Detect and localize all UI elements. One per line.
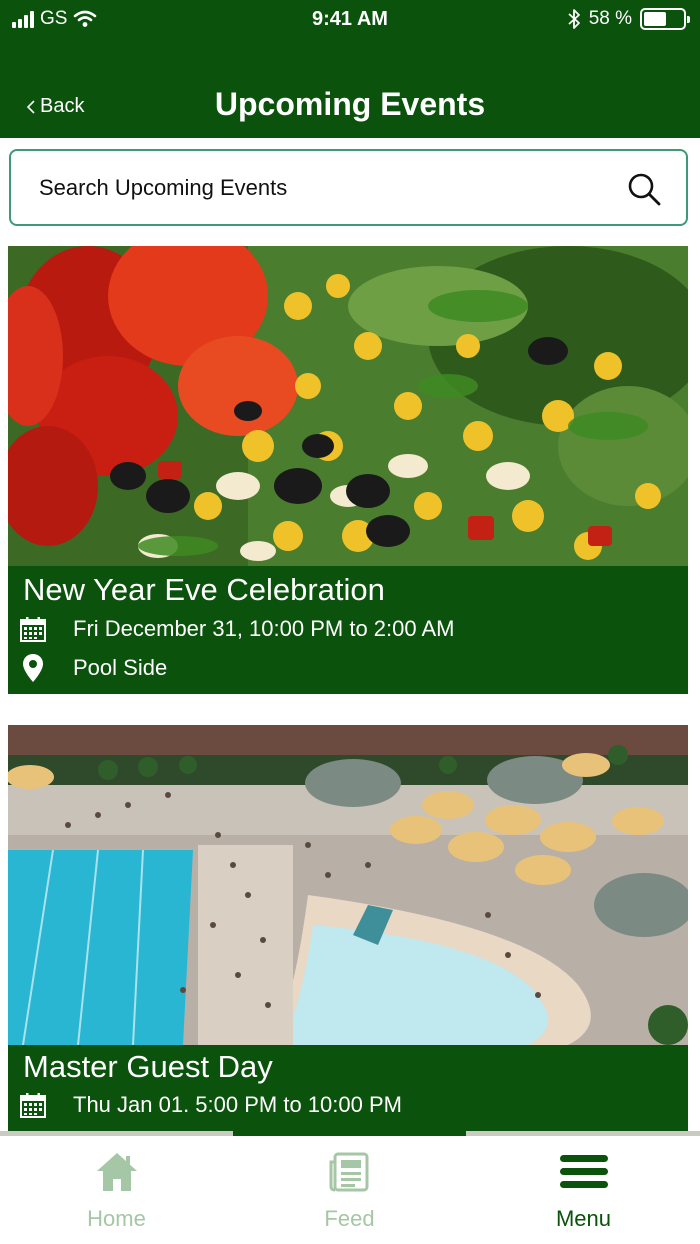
search-box bbox=[9, 149, 688, 226]
tab-home-label: Home bbox=[87, 1206, 146, 1231]
event-datetime: Thu Jan 01. 5:00 PM to 10:00 PM bbox=[73, 1092, 402, 1117]
calendar-icon bbox=[20, 1093, 46, 1118]
status-bar: GS 9:41 AM 58 % bbox=[0, 0, 700, 40]
calendar-icon bbox=[20, 617, 46, 642]
event-datetime-row: Fri December 31, 10:00 PM to 2:00 AM bbox=[20, 616, 455, 642]
event-location-row: Pool Side bbox=[20, 654, 168, 682]
event-name: Master Guest Day bbox=[23, 1049, 273, 1084]
event-image bbox=[8, 725, 688, 1045]
active-tab-indicator bbox=[233, 1131, 466, 1136]
feed-icon bbox=[329, 1152, 368, 1192]
battery-icon bbox=[640, 8, 690, 30]
tab-home[interactable]: Home bbox=[0, 1150, 233, 1232]
event-location: Pool Side bbox=[73, 655, 168, 680]
page-title: Upcoming Events bbox=[214, 86, 486, 122]
event-card[interactable]: New Year Eve Celebration Fri December 31… bbox=[8, 246, 688, 694]
event-card[interactable]: Master Guest Day Thu Jan 01. 5:00 PM to … bbox=[8, 725, 688, 1131]
event-name: New Year Eve Celebration bbox=[23, 572, 385, 607]
app-header: GS 9:41 AM 58 % Back Upcoming Events bbox=[0, 0, 700, 138]
tab-feed-label: Feed bbox=[324, 1206, 375, 1231]
search-icon[interactable] bbox=[626, 171, 662, 207]
location-pin-icon bbox=[23, 654, 43, 682]
battery-percent: 58 % bbox=[588, 8, 632, 29]
bluetooth-icon bbox=[568, 9, 580, 29]
tab-menu-label: Menu bbox=[555, 1206, 612, 1231]
event-image bbox=[8, 246, 688, 566]
tab-menu[interactable]: Menu bbox=[467, 1150, 700, 1232]
search-input[interactable] bbox=[39, 169, 599, 207]
tab-bar: Home Feed Menu bbox=[0, 1131, 700, 1244]
menu-icon bbox=[559, 1155, 608, 1188]
event-datetime: Fri December 31, 10:00 PM to 2:00 AM bbox=[73, 616, 455, 641]
home-icon bbox=[96, 1153, 137, 1191]
tab-feed[interactable]: Feed bbox=[233, 1150, 466, 1232]
event-datetime-row: Thu Jan 01. 5:00 PM to 10:00 PM bbox=[20, 1092, 402, 1118]
